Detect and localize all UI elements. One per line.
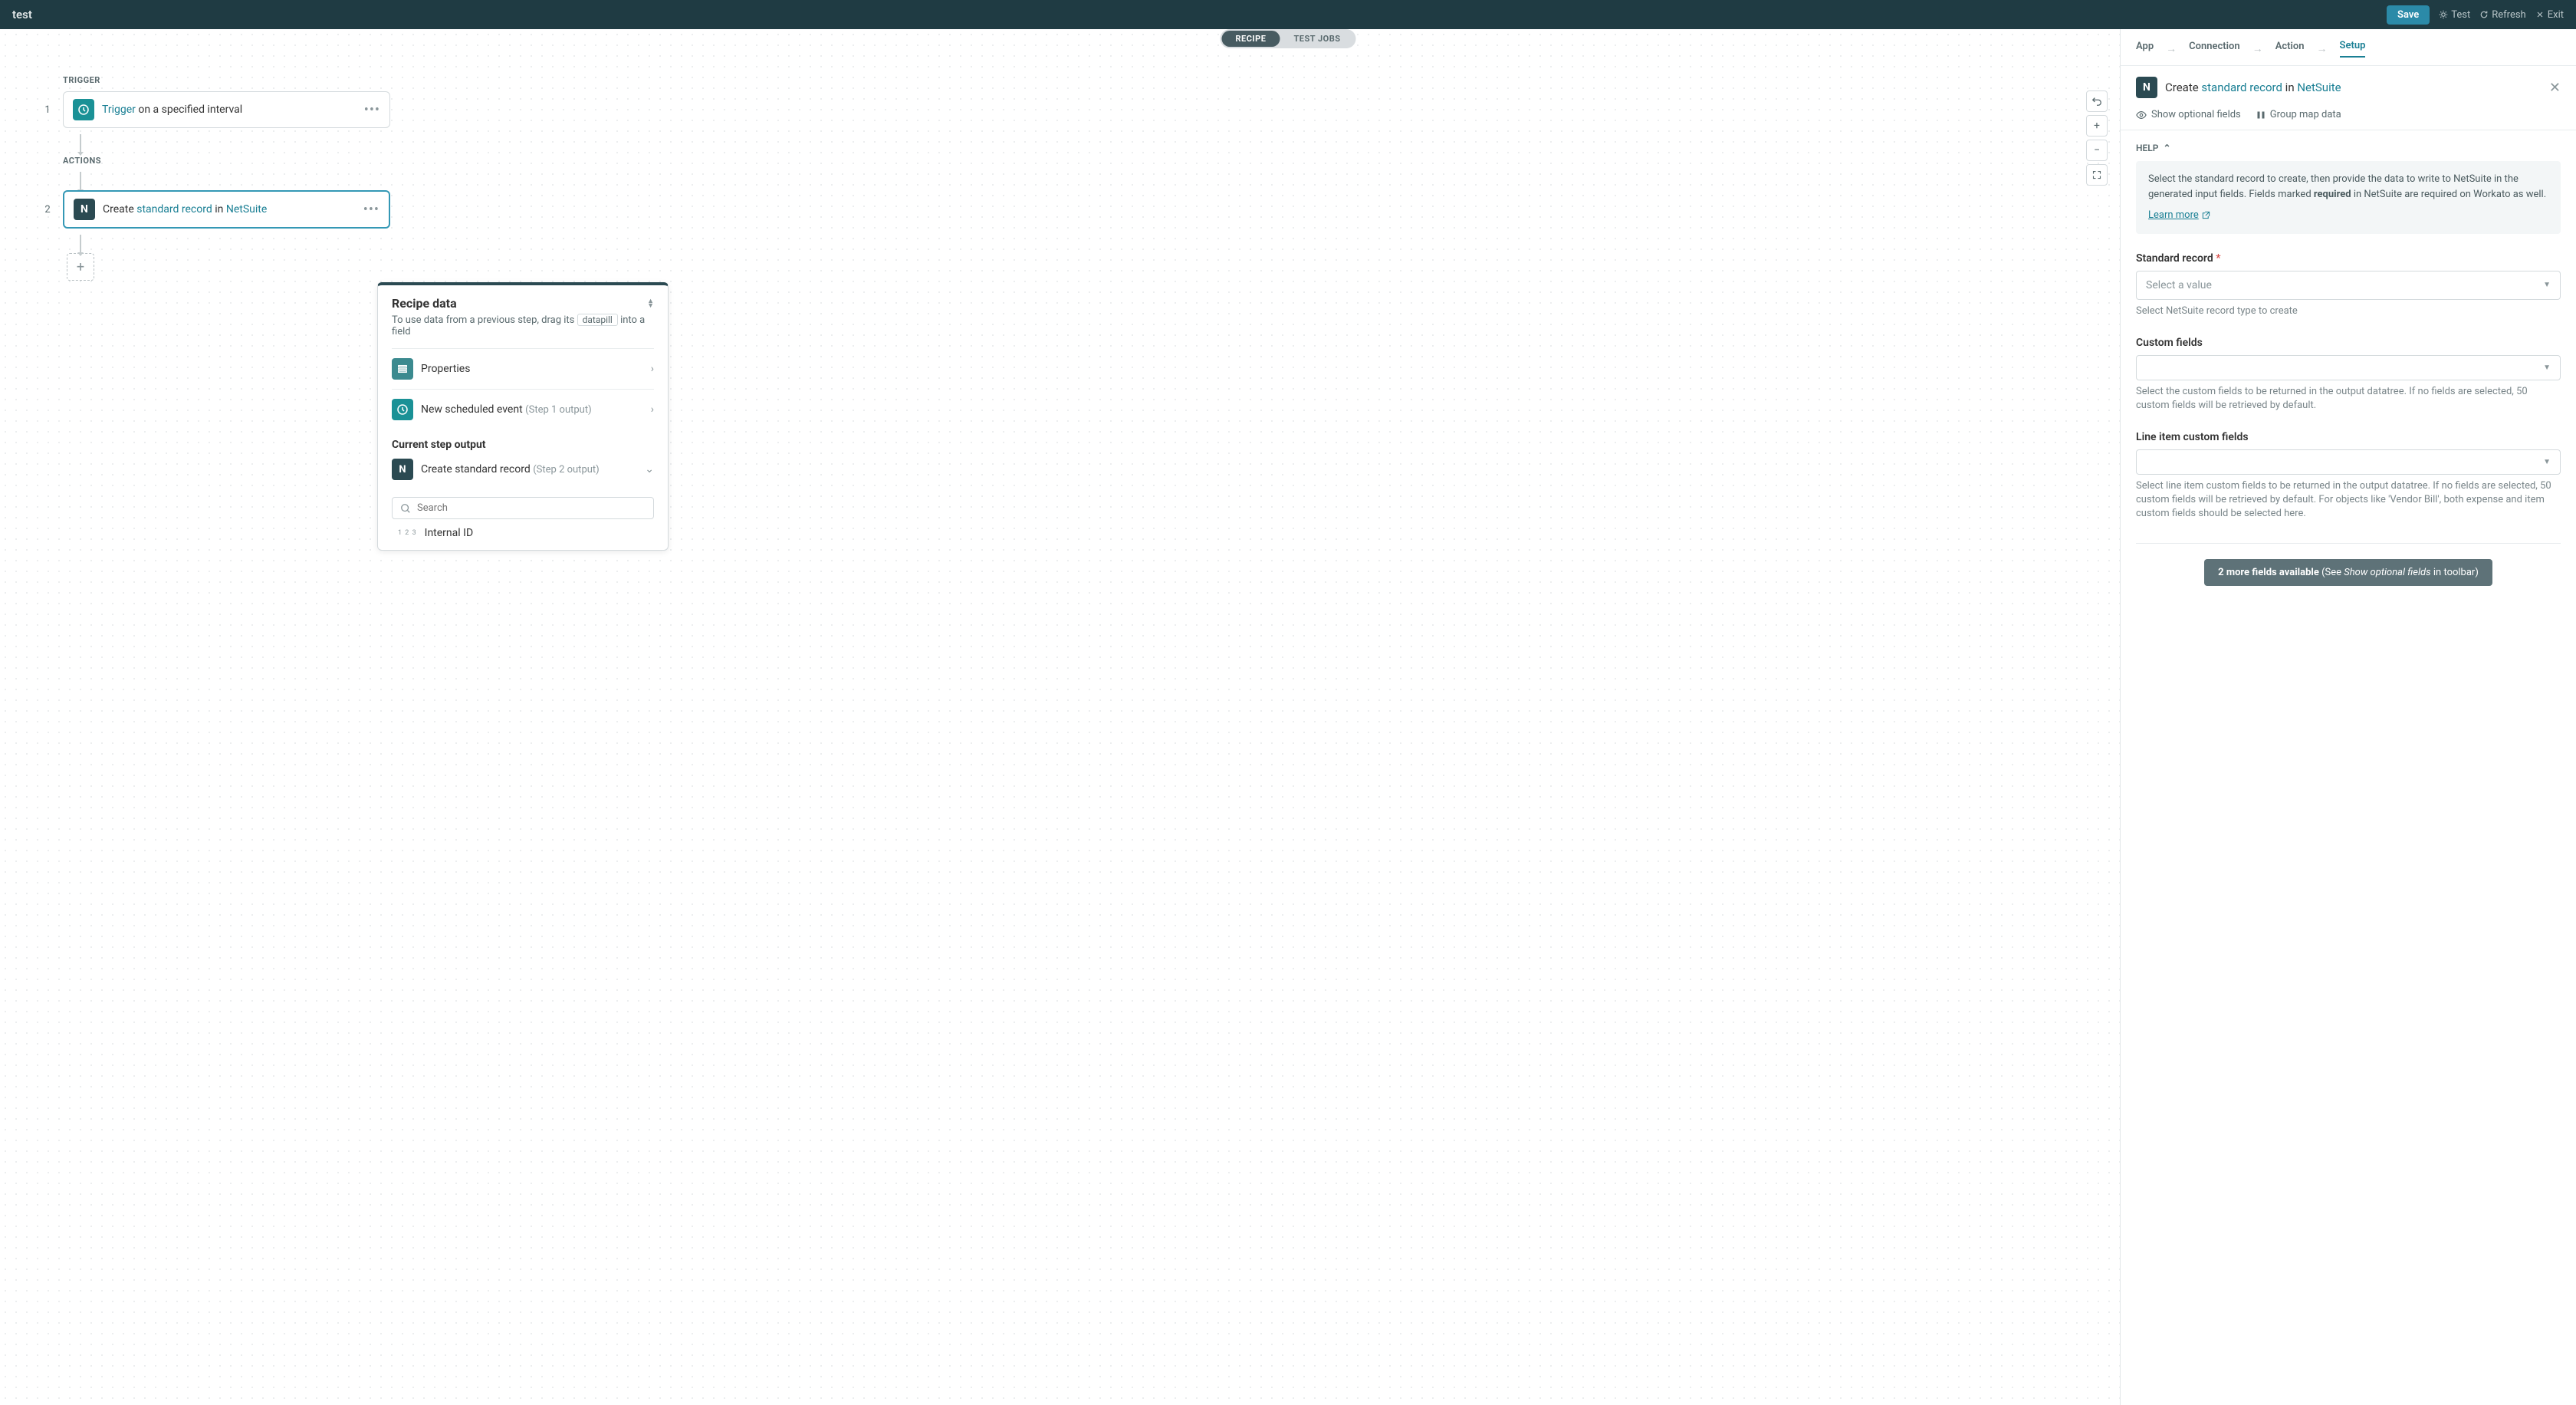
eye-icon [2136,110,2147,120]
divider [2136,543,2561,544]
recipe-item-scheduled[interactable]: New scheduled event (Step 1 output) › [392,389,654,429]
recipe-search[interactable] [392,497,654,519]
refresh-button[interactable]: Refresh [2479,9,2525,21]
fit-icon [2092,170,2101,179]
recipe-canvas[interactable]: TRIGGER 1 Trigger on a specified interva… [0,29,2120,1405]
actions-section-label: ACTIONS [63,156,2078,166]
line-item-custom-select[interactable]: ▼ [2136,449,2561,475]
field-hint: Select line item custom fields to be ret… [2136,479,2561,522]
fit-button[interactable] [2086,164,2108,186]
sidebar-options: Show optional fields Group map data [2121,109,2576,130]
undo-button[interactable] [2086,90,2108,112]
trigger-section-label: TRIGGER [63,75,2078,85]
sidebar-tabs: App → Connection → Action → Setup [2121,29,2576,66]
expand-collapse-button[interactable]: ▲▼ [647,299,654,308]
step-menu-button[interactable]: ••• [364,102,380,118]
zoom-in-button[interactable]: + [2086,115,2108,137]
properties-icon [392,358,413,380]
zoom-out-button[interactable]: − [2086,140,2108,161]
step-number: 2 [41,204,54,216]
field-line-item-custom: Line item custom fields ▼ Select line it… [2136,431,2561,522]
config-sidebar: App → Connection → Action → Setup N Crea… [2120,29,2576,1405]
columns-icon [2256,110,2266,120]
add-step-button[interactable]: + [67,253,94,281]
recipe-data-title: Recipe data [392,296,457,311]
action-step-create-record[interactable]: N Create standard record in NetSuite ••• [63,190,390,229]
tab-test-jobs[interactable]: TEST JOBS [1280,31,1354,47]
close-icon [2535,10,2545,19]
chevron-right-icon: › [651,363,654,375]
search-input[interactable] [417,502,646,514]
field-hint: Select NetSuite record type to create [2136,304,2561,318]
more-fields-banner[interactable]: 2 more fields available (See Show option… [2204,559,2492,586]
help-box: Select the standard record to create, th… [2136,161,2561,234]
connector-line [80,134,81,153]
group-map-data-button[interactable]: Group map data [2256,109,2341,120]
clock-icon [73,99,94,120]
recipe-item-properties[interactable]: Properties › [392,348,654,389]
chevron-up-icon: ⌃ [2163,143,2170,153]
step-number: 1 [41,104,54,116]
tab-connection[interactable]: Connection [2189,41,2240,57]
arrow-icon: → [2252,42,2263,55]
mode-tabs: RECIPE TEST JOBS [1221,29,1356,48]
current-step-label: Current step output [392,439,654,451]
recipe-item-create-record[interactable]: N Create standard record (Step 2 output)… [392,454,654,489]
step-row-1: 1 Trigger on a specified interval ••• [41,91,2078,128]
help-toggle[interactable]: HELP ⌃ [2136,143,2561,153]
canvas-tools: + − [2086,90,2108,186]
connector-line [80,172,81,190]
sidebar-header: N Create standard record in NetSuite ✕ [2121,66,2576,109]
datapill-tag: datapill [577,314,618,326]
undo-icon [2091,96,2102,107]
arrow-icon: → [2166,42,2177,55]
field-custom-fields: Custom fields ▼ Select the custom fields… [2136,337,2561,413]
field-standard-record: Standard record * Select a value ▼ Selec… [2136,252,2561,318]
recipe-data-subtitle: To use data from a previous step, drag i… [392,314,654,337]
netsuite-icon: N [392,459,413,480]
tab-setup[interactable]: Setup [2340,40,2366,58]
arrow-icon: → [2317,42,2328,55]
custom-fields-select[interactable]: ▼ [2136,355,2561,380]
recipe-data-panel: Recipe data ▲▼ To use data from a previo… [377,282,669,551]
save-button[interactable]: Save [2387,5,2430,25]
clock-icon [392,399,413,420]
netsuite-icon: N [2136,77,2157,98]
chevron-down-icon: ▼ [2543,281,2551,289]
learn-more-link[interactable]: Learn more [2148,208,2210,223]
chevron-down-icon: ▼ [2543,364,2551,372]
step-row-2: 2 N Create standard record in NetSuite •… [41,190,2078,229]
datapill-internal-id[interactable]: 1 2 3 Internal ID [392,519,654,539]
search-icon [400,503,411,514]
chevron-down-icon: ⌄ [645,463,654,475]
app-header: test Save Test Refresh Exit [0,0,2576,29]
netsuite-icon: N [74,199,95,220]
standard-record-select[interactable]: Select a value ▼ [2136,271,2561,300]
tab-action[interactable]: Action [2275,41,2305,57]
step-text: Trigger on a specified interval [102,104,242,116]
datatype-label: 1 2 3 [398,529,417,537]
close-button[interactable]: ✕ [2549,80,2561,96]
show-optional-fields-button[interactable]: Show optional fields [2136,109,2241,120]
connector-line [80,235,81,253]
chevron-down-icon: ▼ [2543,458,2551,466]
recipe-name: test [12,8,32,21]
tab-app[interactable]: App [2136,41,2154,57]
tab-recipe[interactable]: RECIPE [1222,31,1280,47]
chevron-right-icon: › [651,403,654,416]
field-hint: Select the custom fields to be returned … [2136,385,2561,413]
external-link-icon [2202,211,2210,219]
gear-icon [2439,10,2448,19]
refresh-icon [2479,10,2489,19]
step-text: Create standard record in NetSuite [103,203,267,216]
trigger-step[interactable]: Trigger on a specified interval ••• [63,91,390,128]
step-menu-button[interactable]: ••• [363,202,380,218]
exit-button[interactable]: Exit [2535,9,2564,21]
test-button[interactable]: Test [2439,9,2470,21]
